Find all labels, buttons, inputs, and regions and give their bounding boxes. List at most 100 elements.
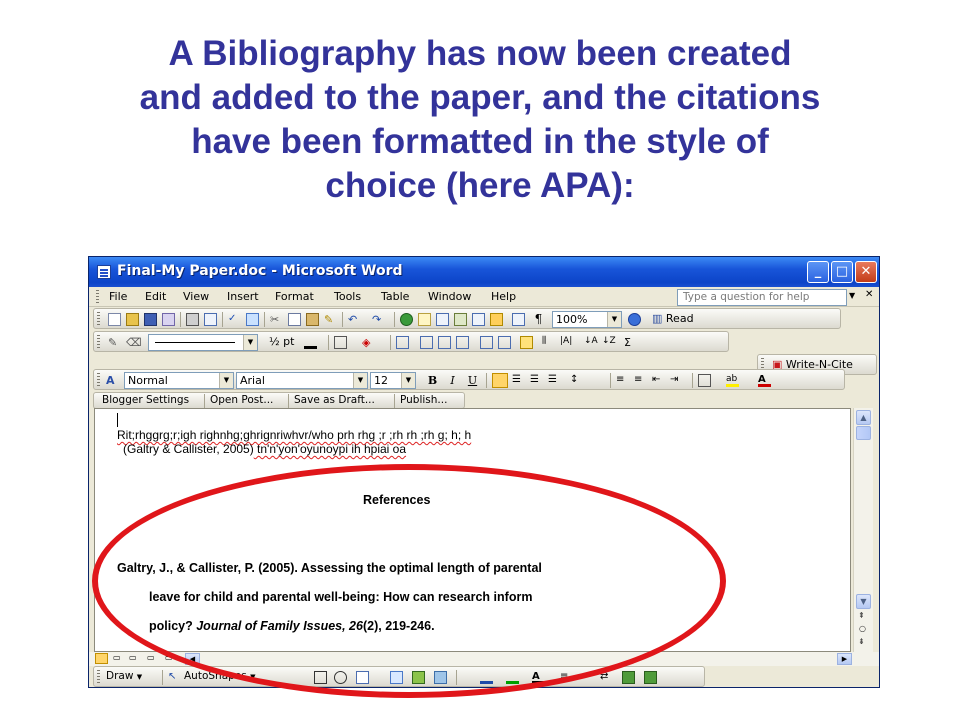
bullets-icon[interactable]: ≡ — [634, 374, 647, 387]
browse-object-icon[interactable]: ○ — [859, 624, 866, 633]
print-layout-icon[interactable]: ▭ — [129, 653, 137, 662]
title-bar[interactable]: Final-My Paper.doc - Microsoft Word _ □ … — [89, 257, 879, 287]
toolbar-grip[interactable] — [97, 373, 100, 387]
shading-color-icon[interactable]: ◈ — [362, 336, 375, 349]
document-paragraph-citation[interactable]: (Galtry & Callister, 2005) tn'n'yon'oyun… — [123, 442, 406, 456]
increase-indent-icon[interactable]: ⇥ — [670, 374, 683, 387]
dash-style-icon[interactable]: ┅ — [580, 671, 593, 684]
line-color-icon[interactable] — [506, 671, 519, 684]
menu-edit[interactable]: Edit — [145, 290, 166, 303]
autoformat-icon[interactable] — [520, 336, 533, 349]
outside-border-icon[interactable] — [334, 336, 347, 349]
distribute-columns-icon[interactable] — [498, 336, 511, 349]
research-icon[interactable] — [246, 313, 259, 326]
split-cells-icon[interactable] — [438, 336, 451, 349]
shadow-style-icon[interactable] — [622, 671, 635, 684]
menu-help[interactable]: Help — [491, 290, 516, 303]
line-spacing-icon[interactable]: ↕ — [570, 374, 583, 387]
read-button[interactable]: ▥ Read — [652, 312, 694, 325]
numbering-icon[interactable]: ≡ — [616, 374, 629, 387]
web-layout-icon[interactable]: ▭ — [113, 653, 121, 662]
previous-page-icon[interactable]: ⇞ — [858, 611, 865, 620]
italic-button[interactable]: I — [444, 373, 461, 389]
align-center-icon[interactable]: ☰ — [512, 374, 525, 387]
show-hide-pilcrow-button[interactable]: ¶ — [530, 311, 547, 327]
line-style-select[interactable]: ▼ — [148, 334, 258, 351]
line-weight-select[interactable]: ½ pt — [266, 334, 300, 351]
text-direction-icon[interactable]: ⫼ — [542, 336, 555, 349]
menu-format[interactable]: Format — [275, 290, 314, 303]
sort-ascending-icon[interactable]: ↓A — [584, 336, 598, 349]
eraser-icon[interactable]: ⌫ — [126, 336, 142, 349]
decrease-indent-icon[interactable]: ⇤ — [652, 374, 665, 387]
copy-icon[interactable] — [288, 313, 301, 326]
close-document-button[interactable]: ✕ — [865, 289, 873, 300]
underline-button[interactable]: U — [464, 373, 481, 389]
autoshapes-menu-button[interactable]: AutoShapes ▼ — [184, 670, 255, 682]
tables-borders-icon[interactable] — [418, 313, 431, 326]
close-button[interactable]: ✕ — [855, 261, 877, 283]
format-painter-icon[interactable]: ✎ — [324, 313, 337, 326]
document-map-icon[interactable] — [512, 313, 525, 326]
align-cell-icon[interactable] — [456, 336, 469, 349]
style-select[interactable]: Normal ▼ — [124, 372, 234, 389]
help-search-input[interactable]: Type a question for help — [677, 289, 847, 306]
publish-button[interactable]: Publish... — [400, 394, 447, 406]
draw-table-icon[interactable]: ✎ — [108, 336, 121, 349]
normal-view-icon[interactable] — [95, 653, 108, 664]
merge-cells-icon[interactable] — [420, 336, 433, 349]
align-right-icon[interactable]: ☰ — [530, 374, 543, 387]
insert-table-icon[interactable] — [396, 336, 409, 349]
font-size-select[interactable]: 12 ▼ — [370, 372, 416, 389]
scroll-up-button[interactable]: ▲ — [856, 410, 871, 425]
oval-icon[interactable] — [334, 671, 347, 684]
print-icon[interactable] — [186, 313, 199, 326]
insert-table-icon[interactable] — [436, 313, 449, 326]
font-color-icon[interactable]: A — [532, 671, 545, 684]
cut-icon[interactable]: ✂ — [270, 313, 283, 326]
next-page-icon[interactable]: ⇟ — [858, 637, 865, 646]
columns-icon[interactable] — [472, 313, 485, 326]
minimize-button[interactable]: _ — [807, 261, 829, 283]
select-objects-icon[interactable]: ↖ — [168, 671, 181, 684]
help-dropdown-arrow-icon[interactable]: ▼ — [849, 291, 855, 300]
font-select[interactable]: Arial ▼ — [236, 372, 368, 389]
clip-art-icon[interactable] — [412, 671, 425, 684]
border-color-icon[interactable] — [304, 336, 317, 349]
maximize-button[interactable]: □ — [831, 261, 853, 283]
save-as-draft-button[interactable]: Save as Draft... — [294, 394, 375, 406]
print-preview-icon[interactable] — [204, 313, 217, 326]
arrow-style-icon[interactable]: ⇄ — [600, 671, 613, 684]
toolbar-grip[interactable] — [97, 670, 100, 684]
insert-picture-icon[interactable] — [434, 671, 447, 684]
font-color-icon[interactable]: A — [758, 374, 771, 387]
hyperlink-icon[interactable] — [400, 313, 413, 326]
undo-icon[interactable]: ↶ — [348, 313, 361, 326]
autosum-icon[interactable]: Σ — [624, 336, 637, 349]
insert-excel-icon[interactable] — [454, 313, 467, 326]
permission-icon[interactable] — [162, 313, 175, 326]
paste-icon[interactable] — [306, 313, 319, 326]
text-direction-icon[interactable]: |A| — [560, 336, 573, 349]
styles-formatting-icon[interactable]: A — [106, 374, 119, 387]
outside-border-icon[interactable] — [698, 374, 711, 387]
blogger-settings-button[interactable]: Blogger Settings — [102, 394, 189, 406]
justify-icon[interactable]: ☰ — [548, 374, 561, 387]
scroll-down-button[interactable]: ▼ — [856, 594, 871, 609]
3d-style-icon[interactable] — [644, 671, 657, 684]
rectangle-icon[interactable] — [314, 671, 327, 684]
highlight-icon[interactable]: ab — [726, 374, 739, 387]
redo-icon[interactable]: ↷ — [372, 313, 385, 326]
draw-menu-button[interactable]: Draw ▼ — [106, 670, 142, 682]
diagram-icon[interactable] — [390, 671, 403, 684]
reading-layout-icon[interactable]: ▭ — [165, 653, 173, 662]
document-page[interactable]: Rit;rhggrg;r;igh righnhg;ghrignriwhvr/wh… — [94, 408, 851, 652]
menu-view[interactable]: View — [183, 290, 209, 303]
sort-descending-icon[interactable]: ↓Z — [602, 336, 616, 349]
zoom-select[interactable]: 100% ▼ — [552, 311, 622, 328]
fill-color-icon[interactable] — [480, 671, 493, 684]
menu-table[interactable]: Table — [381, 290, 409, 303]
scroll-left-button[interactable]: ◀ — [185, 653, 200, 665]
menu-insert[interactable]: Insert — [227, 290, 259, 303]
drawing-icon[interactable] — [490, 313, 503, 326]
